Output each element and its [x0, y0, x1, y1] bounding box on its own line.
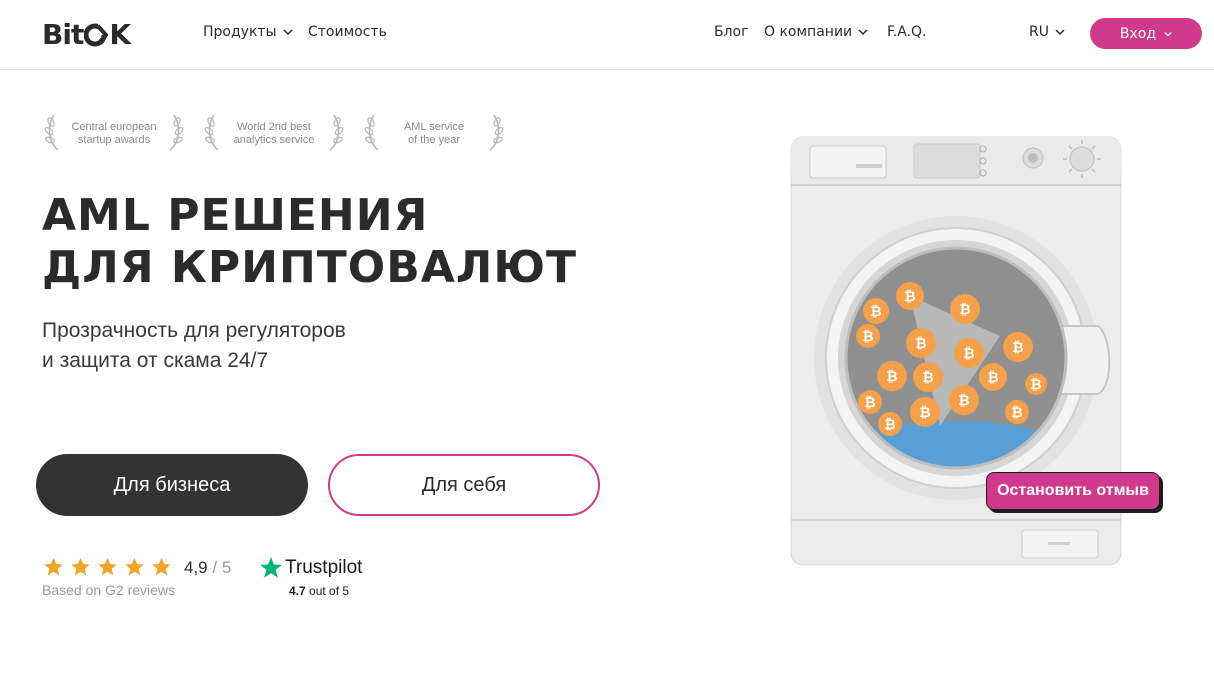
login-button[interactable]: Вход — [1090, 18, 1202, 49]
trustpilot-name: Trustpilot — [285, 557, 363, 578]
svg-text:₿: ₿ — [862, 329, 873, 345]
star-icon — [98, 557, 117, 576]
award-line2: of the year — [408, 134, 460, 146]
laurel-icon — [44, 114, 59, 151]
svg-text:₿: ₿ — [922, 370, 933, 386]
for-business-button[interactable]: Для бизнеса — [36, 454, 308, 516]
nav-blog[interactable]: Блог — [714, 24, 748, 40]
star-icon — [71, 557, 90, 576]
rating-value: 4,9 — [184, 558, 208, 577]
award-world-2nd: World 2nd best analytics service — [204, 112, 344, 156]
award-text: AML service of the year — [384, 121, 484, 147]
hero-title-line2: ДЛЯ КРИПТОВАЛЮТ — [42, 242, 578, 293]
award-line1: Central european — [71, 121, 157, 133]
for-self-button[interactable]: Для себя — [328, 454, 600, 516]
award-text: World 2nd best analytics service — [224, 121, 324, 147]
trustpilot-logo: Trustpilot — [259, 556, 362, 580]
laurel-icon — [329, 114, 344, 151]
nav-about[interactable]: О компании — [764, 24, 868, 40]
chevron-down-icon — [1055, 29, 1065, 36]
award-central-european: Central european startup awards — [44, 112, 184, 156]
laurel-icon — [169, 114, 184, 151]
nav-faq[interactable]: F.A.Q. — [887, 24, 927, 40]
svg-text:₿: ₿ — [904, 289, 915, 305]
chevron-down-icon — [283, 29, 293, 36]
svg-text:₿: ₿ — [959, 302, 970, 318]
nav-about-label: О компании — [764, 24, 853, 40]
g2-rating: 4,9 / 5 Based on G2 reviews — [42, 556, 231, 598]
laurel-icon — [364, 114, 379, 151]
login-label: Вход — [1119, 25, 1157, 42]
logo-ok-icon — [84, 22, 109, 46]
svg-text:₿: ₿ — [864, 395, 875, 411]
chevron-down-icon — [858, 29, 868, 36]
hero-subtitle-line2: и защита от скама 24/7 — [42, 349, 269, 372]
chevron-down-icon — [1164, 31, 1172, 36]
star-icon — [44, 557, 63, 576]
rating-source: Based on G2 reviews — [42, 582, 176, 598]
trustpilot-star-icon — [260, 557, 282, 578]
laurel-icon — [489, 114, 504, 151]
trustpilot-rating[interactable]: Trustpilot 4.7 out of 5 — [259, 556, 362, 598]
award-line2: analytics service — [233, 134, 315, 146]
star-icon — [125, 557, 144, 576]
award-text: Central european startup awards — [64, 121, 164, 147]
svg-text:₿: ₿ — [987, 370, 998, 386]
hero-title: AML РЕШЕНИЯ ДЛЯ КРИПТОВАЛЮТ — [42, 190, 662, 294]
star-rating — [42, 556, 173, 578]
hero-subtitle-line1: Прозрачность для регуляторов — [42, 319, 346, 342]
star-icon — [152, 557, 171, 576]
trustpilot-score-value: 4.7 — [289, 584, 306, 598]
svg-text:₿: ₿ — [958, 393, 969, 409]
site-header: Bit K Продукты Стоимость Блог О компании… — [0, 0, 1214, 70]
logo-text-left: Bit — [42, 18, 84, 51]
svg-text:₿: ₿ — [884, 417, 895, 433]
svg-text:₿: ₿ — [870, 304, 881, 320]
rating-max: / 5 — [212, 558, 232, 577]
award-line1: World 2nd best — [237, 121, 311, 133]
award-line2: startup awards — [77, 134, 151, 146]
bitok-logo[interactable]: Bit K — [42, 18, 131, 51]
award-line1: AML service — [403, 121, 465, 133]
stop-laundering-button[interactable]: Остановить отмыв — [986, 472, 1160, 510]
nav-pricing-label: Стоимость — [308, 24, 387, 40]
svg-text:₿: ₿ — [886, 369, 897, 385]
nav-products[interactable]: Продукты — [203, 24, 293, 40]
nav-products-label: Продукты — [203, 24, 277, 40]
svg-text:₿: ₿ — [1030, 377, 1041, 393]
svg-text:₿: ₿ — [1012, 340, 1023, 356]
logo-text-right: K — [109, 18, 131, 51]
hero-title-line1: AML РЕШЕНИЯ — [42, 190, 429, 241]
nav-pricing[interactable]: Стоимость — [308, 24, 387, 40]
laurel-icon — [204, 114, 219, 151]
hero-subtitle: Прозрачность для регуляторов и защита от… — [42, 316, 462, 376]
svg-text:₿: ₿ — [919, 405, 930, 421]
svg-text:₿: ₿ — [1011, 405, 1022, 421]
svg-text:₿: ₿ — [915, 336, 926, 352]
nav-faq-label: F.A.Q. — [887, 24, 927, 40]
svg-text:₿: ₿ — [963, 346, 974, 362]
nav-blog-label: Блог — [714, 24, 749, 40]
rating-score: 4,9 / 5 — [184, 558, 231, 578]
language-label: RU — [1029, 24, 1049, 40]
award-aml-service: AML service of the year — [364, 112, 504, 156]
trustpilot-score: 4.7 out of 5 — [289, 584, 362, 598]
language-selector[interactable]: RU — [1029, 24, 1065, 40]
trustpilot-score-suffix: out of 5 — [309, 584, 350, 598]
